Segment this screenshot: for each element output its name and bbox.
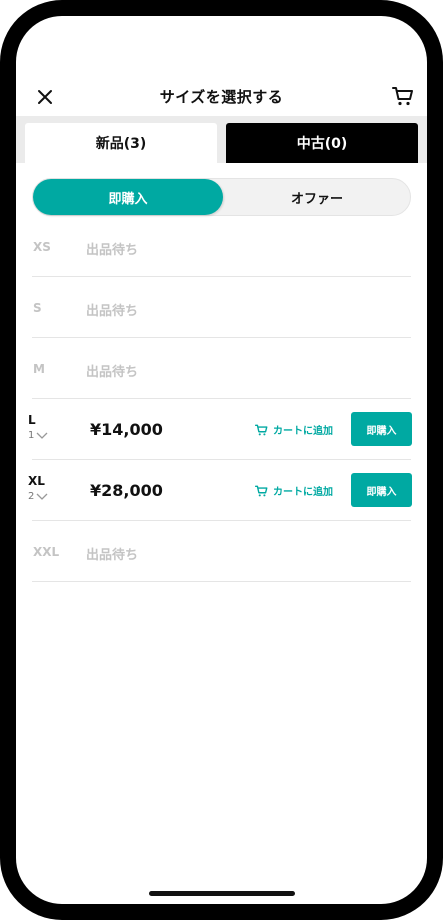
size-label: XXL <box>33 545 60 559</box>
add-to-cart-button[interactable]: カートに追加 <box>254 483 333 498</box>
instant-buy-button[interactable]: 即購入 <box>351 412 412 446</box>
cart-icon <box>254 485 268 496</box>
waiting-status: 出品待ち <box>86 304 139 319</box>
instant-buy-toggle[interactable]: 即購入 <box>33 179 223 215</box>
size-row-xxl: XXL 出品待ち <box>16 521 427 582</box>
phone-frame: サイズを選択する 新品(3) 中古(0) 即購入 オファー XS 出品待ち S … <box>0 0 443 920</box>
quantity-dropdown[interactable]: 2 <box>28 491 48 502</box>
cart-icon <box>254 424 268 435</box>
waiting-status: 出品待ち <box>86 365 139 380</box>
add-to-cart-label: カートに追加 <box>273 487 333 498</box>
size-label: S <box>33 301 42 315</box>
size-list: XS 出品待ち S 出品待ち M 出品待ち L 1 ¥14,000 カートに追加… <box>16 216 427 582</box>
size-row-m: M 出品待ち <box>16 338 427 399</box>
chevron-down-icon <box>36 432 48 439</box>
size-label: M <box>33 362 45 376</box>
offer-toggle[interactable]: オファー <box>223 179 411 215</box>
size-row-l: L 1 ¥14,000 カートに追加 即購入 <box>16 399 427 460</box>
screen: サイズを選択する 新品(3) 中古(0) 即購入 オファー XS 出品待ち S … <box>16 16 427 904</box>
quantity-value: 2 <box>28 491 35 502</box>
price: ¥14,000 <box>90 420 163 439</box>
size-label: XL <box>28 474 45 488</box>
add-to-cart-button[interactable]: カートに追加 <box>254 422 333 437</box>
tab-used[interactable]: 中古(0) <box>226 123 418 163</box>
waiting-status: 出品待ち <box>86 548 139 563</box>
quantity-value: 1 <box>28 430 35 441</box>
waiting-status: 出品待ち <box>86 243 139 258</box>
price: ¥28,000 <box>90 481 163 500</box>
chevron-down-icon <box>36 493 48 500</box>
size-row-xl: XL 2 ¥28,000 カートに追加 即購入 <box>16 460 427 521</box>
size-row-s: S 出品待ち <box>16 277 427 338</box>
tab-new[interactable]: 新品(3) <box>25 123 217 163</box>
header: サイズを選択する <box>16 78 427 118</box>
instant-buy-button[interactable]: 即購入 <box>351 473 412 507</box>
cart-icon <box>392 87 413 106</box>
home-indicator[interactable] <box>149 891 295 896</box>
size-row-xs: XS 出品待ち <box>16 216 427 277</box>
quantity-dropdown[interactable]: 1 <box>28 430 48 441</box>
purchase-type-toggle: 即購入 オファー <box>32 178 411 216</box>
size-label: L <box>28 413 36 427</box>
size-label: XS <box>33 240 51 254</box>
condition-tabs: 新品(3) 中古(0) <box>16 116 427 163</box>
page-title: サイズを選択する <box>159 88 284 106</box>
add-to-cart-label: カートに追加 <box>273 426 333 437</box>
cart-button[interactable] <box>391 84 415 108</box>
